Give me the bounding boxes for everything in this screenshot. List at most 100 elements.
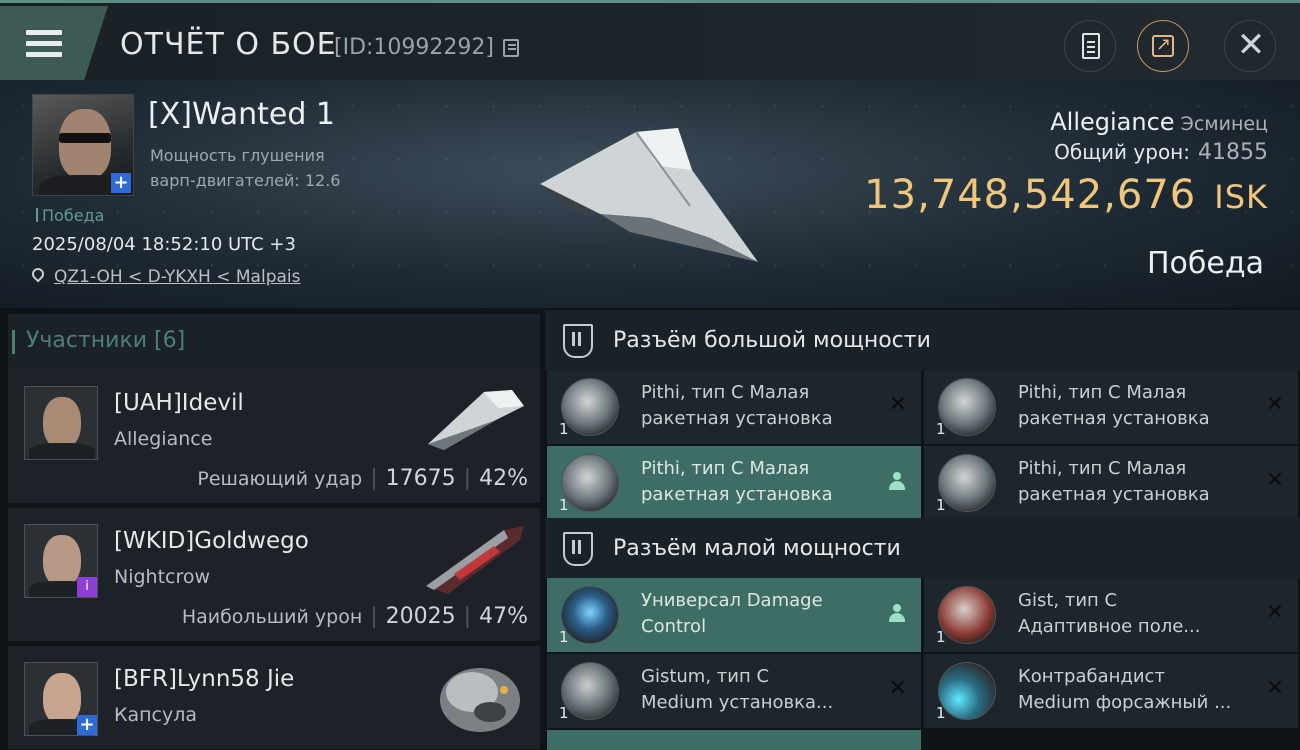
- clipboard-icon: [1082, 33, 1100, 59]
- afterburner-icon: [938, 662, 996, 720]
- participant-ship: Капсула: [114, 704, 198, 726]
- module-name: Pithi, тип C Малая ракетная установка: [641, 382, 833, 429]
- location-link[interactable]: QZ1-OH < D-YKXH < Malpais: [54, 267, 300, 287]
- ship-name: Allegiance: [1050, 108, 1175, 136]
- share-button[interactable]: [1137, 20, 1189, 72]
- module-quantity: 1: [559, 496, 569, 514]
- battle-result: Победа: [1147, 246, 1264, 281]
- plus-badge-icon: +: [111, 173, 131, 193]
- destroyed-x-icon: ✕: [1265, 676, 1284, 701]
- module-quantity: 1: [936, 704, 946, 722]
- module-item[interactable]: 1 Универсал Damage Control: [547, 578, 921, 652]
- participant-ship-image: [426, 526, 524, 594]
- total-damage-label: Общий урон:: [1054, 140, 1190, 164]
- clipboard-button[interactable]: [1064, 20, 1116, 72]
- participant-row[interactable]: i [WKID]Goldwego Nightcrow Наибольший ур…: [8, 508, 540, 642]
- fitting-panel: Разъём большой мощности 1 Pithi, тип C М…: [545, 308, 1300, 750]
- low-slot-icon: [563, 532, 593, 566]
- participants-panel: Участники [6] [UAH]Idevil Allegiance Реш…: [0, 308, 545, 750]
- close-icon: ✕: [1236, 25, 1266, 65]
- menu-tab[interactable]: [0, 6, 108, 80]
- module-name: Gistum, тип C Medium установка...: [641, 666, 834, 713]
- module-name: Pithi, тип C Малая ракетная установка: [641, 458, 833, 505]
- report-id: [ID:10992292]: [334, 35, 494, 60]
- shield-module-icon: [561, 662, 619, 720]
- participants-header[interactable]: Участники [6]: [8, 314, 540, 370]
- participant-damage: 20025: [385, 604, 456, 629]
- victim-avatar[interactable]: +: [32, 94, 134, 196]
- warp-scramble-stat: Мощность глушения варп-двигателей: 12.6: [150, 143, 390, 193]
- victory-tag: Победа: [36, 206, 104, 225]
- dropped-user-icon: [889, 604, 905, 622]
- participant-damage: 17675: [385, 466, 456, 491]
- stat-line1: Мощность глушения: [150, 146, 325, 165]
- location-pin-icon: [29, 265, 47, 283]
- module-quantity: 1: [936, 496, 946, 514]
- isk-unit: ISK: [1214, 178, 1268, 216]
- top-bar: ОТЧЁТ О БОЕ [ID:10992292] ✕: [0, 0, 1300, 80]
- module-name: Pithi, тип C Малая ракетная установка: [1018, 382, 1210, 429]
- destroyed-x-icon: ✕: [1265, 392, 1284, 417]
- module-item[interactable]: 1 Pithi, тип C Малая ракетная установка: [547, 446, 921, 520]
- module-item[interactable]: 1 Gistum, тип C Medium установка... ✕: [547, 654, 921, 728]
- page-title: ОТЧЁТ О БОЕ: [120, 27, 337, 62]
- participant-avatar[interactable]: +: [24, 662, 98, 736]
- close-button[interactable]: ✕: [1224, 20, 1276, 72]
- module-item[interactable]: 1 Pithi, тип C Малая ракетная установка ✕: [547, 370, 921, 444]
- high-slot-icon: [563, 324, 593, 358]
- destroyed-x-icon: ✕: [888, 392, 907, 417]
- copy-icon[interactable]: [503, 39, 519, 57]
- missile-launcher-icon: [938, 454, 996, 512]
- participant-label: Наибольший урон: [181, 606, 363, 628]
- high-slot-title: Разъём большой мощности: [613, 328, 931, 353]
- participant-row[interactable]: + [BFR]Lynn58 Jie Капсула: [8, 646, 540, 750]
- ship-class: Эсминец: [1180, 113, 1268, 135]
- stat-line2: варп-двигателей: 12.6: [150, 171, 341, 190]
- isk-amount: 13,748,542,676: [864, 172, 1197, 218]
- module-item[interactable]: 1 Контрабандист Medium форсажный ... ✕: [924, 654, 1298, 728]
- module-name: Контрабандист Medium форсажный ...: [1018, 666, 1232, 713]
- module-item-partial[interactable]: [547, 730, 921, 750]
- destroyed-x-icon: ✕: [1265, 468, 1284, 493]
- module-item[interactable]: 1 Pithi, тип C Малая ракетная установка ✕: [924, 370, 1298, 444]
- adaptive-field-icon: [938, 586, 996, 644]
- kill-datetime: 2025/08/04 18:52:10 UTC +3: [32, 234, 296, 255]
- low-slot-title: Разъём малой мощности: [613, 536, 901, 561]
- victim-ship: Allegiance Эсминец: [1050, 108, 1268, 136]
- share-icon: [1152, 34, 1174, 57]
- module-quantity: 1: [559, 628, 569, 646]
- total-damage: Общий урон: 41855: [1054, 140, 1268, 165]
- low-slot-header: Разъём малой мощности: [545, 518, 1300, 578]
- participant-stats: Решающий удар | 17675 | 42%: [197, 466, 528, 491]
- module-quantity: 1: [559, 704, 569, 722]
- high-slot-header: Разъём большой мощности: [545, 310, 1300, 370]
- module-item[interactable]: 1 Gist, тип C Адаптивное поле... ✕: [924, 578, 1298, 652]
- isk-value: 13,748,542,676 ISK: [864, 172, 1268, 218]
- module-name: Pithi, тип C Малая ракетная установка: [1018, 458, 1210, 505]
- participant-ship: Allegiance: [114, 428, 213, 450]
- damage-control-icon: [561, 586, 619, 644]
- module-name: Универсал Damage Control: [641, 590, 823, 637]
- module-name: Gist, тип C Адаптивное поле...: [1018, 590, 1201, 637]
- participant-ship: Nightcrow: [114, 566, 211, 588]
- module-quantity: 1: [559, 420, 569, 438]
- module-item[interactable]: 1 Pithi, тип C Малая ракетная установка ✕: [924, 446, 1298, 520]
- participant-label: Решающий удар: [197, 468, 363, 490]
- participant-percent: 47%: [479, 604, 528, 629]
- participant-name: [BFR]Lynn58 Jie: [114, 666, 295, 692]
- hamburger-menu-icon[interactable]: [26, 30, 62, 58]
- participant-stats: Наибольший урон | 20025 | 47%: [181, 604, 528, 629]
- participant-name: [UAH]Idevil: [114, 390, 244, 416]
- victim-name[interactable]: [X]Wanted 1: [148, 97, 335, 132]
- destroyed-x-icon: ✕: [1265, 600, 1284, 625]
- participant-avatar[interactable]: i: [24, 524, 98, 598]
- participant-row[interactable]: [UAH]Idevil Allegiance Решающий удар | 176…: [8, 370, 540, 504]
- total-damage-value: 41855: [1198, 140, 1268, 165]
- participant-percent: 42%: [479, 466, 528, 491]
- corp-badge-icon: i: [77, 577, 97, 597]
- victim-ship-image: [540, 128, 758, 262]
- dropped-user-icon: [889, 472, 905, 490]
- plus-badge-icon: +: [77, 715, 97, 735]
- destroyed-x-icon: ✕: [888, 676, 907, 701]
- participant-avatar[interactable]: [24, 386, 98, 460]
